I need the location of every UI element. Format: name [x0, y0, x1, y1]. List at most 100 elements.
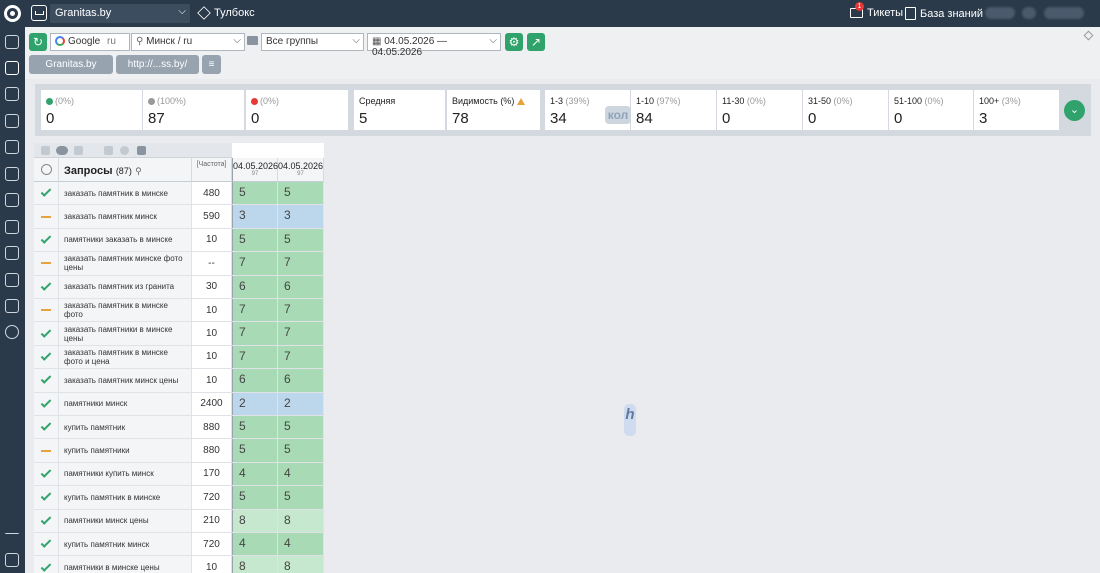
query-cell[interactable]: купить памятник минск	[59, 533, 192, 556]
position-cell[interactable]: 5	[278, 486, 324, 509]
position-cell[interactable]: 4	[232, 533, 278, 556]
position-cell[interactable]: 7	[232, 299, 278, 322]
trend-icon[interactable]	[5, 167, 19, 181]
query-cell[interactable]: купить памятники	[59, 439, 192, 462]
chart-icon[interactable]	[5, 140, 19, 154]
rocket-icon[interactable]	[5, 273, 19, 287]
position-cell[interactable]: 8	[232, 556, 278, 573]
analytics-icon[interactable]	[5, 87, 19, 101]
header-date-1[interactable]: 04.05.2026 97	[232, 158, 278, 182]
table-row[interactable]: памятники минск 2400 2 2	[34, 392, 324, 416]
toggle-icon[interactable]	[56, 146, 68, 155]
external-link-icon[interactable]	[5, 553, 19, 567]
groups-select[interactable]: Все группы ⌵	[261, 33, 364, 51]
query-cell[interactable]: заказать памятник в минске фото и цена	[59, 345, 192, 369]
position-cell[interactable]: 5	[232, 439, 278, 462]
settings-icon[interactable]	[5, 325, 19, 339]
tools-icon[interactable]	[5, 193, 19, 207]
position-cell[interactable]: 4	[278, 533, 324, 556]
stat-top100[interactable]: 51-100 (0%) 0	[889, 90, 973, 130]
project-select[interactable]: Granitas.by ⌵	[50, 4, 190, 23]
position-cell[interactable]: 6	[278, 275, 324, 298]
stat-down[interactable]: (0%) 0	[246, 90, 348, 130]
table-row[interactable]: памятники минск цены 210 8 8	[34, 509, 324, 533]
position-cell[interactable]: 6	[232, 275, 278, 298]
position-cell[interactable]: 5	[278, 182, 324, 205]
blurred-avatar[interactable]	[1022, 7, 1036, 19]
blurred-account[interactable]	[1044, 7, 1084, 19]
trophy-icon[interactable]	[5, 114, 19, 128]
table-row[interactable]: купить памятники 880 5 5	[34, 439, 324, 463]
position-cell[interactable]: 6	[278, 369, 324, 392]
stat-top10[interactable]: 1-10 (97%) 84	[631, 90, 716, 130]
position-cell[interactable]: 3	[278, 205, 324, 228]
stat-average[interactable]: Средняя 5	[354, 90, 445, 130]
position-cell[interactable]: 5	[278, 439, 324, 462]
position-cell[interactable]: 7	[278, 299, 324, 322]
search-icon[interactable]: ⚲	[135, 166, 142, 176]
stat-over100[interactable]: 100+ (3%) 3	[974, 90, 1059, 130]
query-cell[interactable]: заказать памятник в минске	[59, 182, 192, 205]
position-cell[interactable]: 8	[232, 509, 278, 532]
date-range-select[interactable]: ▦ 04.05.2026 — 04.05.2026 ⌵	[367, 33, 501, 58]
query-cell[interactable]: заказать памятник минск цены	[59, 369, 192, 392]
list-icon[interactable]	[5, 220, 19, 234]
position-cell[interactable]: 7	[278, 345, 324, 369]
circle-icon[interactable]	[120, 146, 129, 155]
refresh-button[interactable]: ↻	[29, 33, 47, 51]
table-row[interactable]: заказать памятник минске фото цены -- 7 7	[34, 252, 324, 276]
settings-button[interactable]: ⚙	[505, 33, 523, 51]
position-cell[interactable]: 3	[232, 205, 278, 228]
stat-top50[interactable]: 31-50 (0%) 0	[803, 90, 888, 130]
query-cell[interactable]: памятники купить минск	[59, 462, 192, 486]
tab-url[interactable]: http://...ss.by/	[116, 55, 199, 74]
query-cell[interactable]: заказать памятник из гранита	[59, 275, 192, 298]
table-row[interactable]: купить памятник 880 5 5	[34, 416, 324, 440]
query-cell[interactable]: заказать памятник минске фото цены	[59, 252, 192, 275]
arrow-right-icon[interactable]	[5, 533, 19, 535]
position-cell[interactable]: 8	[278, 556, 324, 573]
search-engine-select[interactable]: Google ru	[50, 33, 130, 51]
position-cell[interactable]: 7	[278, 322, 324, 345]
stat-top30[interactable]: 11-30 (0%) 0	[717, 90, 802, 130]
table-row[interactable]: заказать памятник в минске фото и цена 10…	[34, 345, 324, 370]
header-frequency[interactable]: [Частота]	[192, 158, 232, 182]
position-cell[interactable]: 5	[232, 416, 278, 439]
sort-icon[interactable]	[41, 146, 50, 155]
query-cell[interactable]: заказать памятник минск	[59, 205, 192, 228]
tab-columns-icon[interactable]: ≡	[202, 55, 221, 74]
region-select[interactable]: ⚲ Минск / ru ⌵	[131, 33, 245, 51]
position-cell[interactable]: 7	[232, 322, 278, 345]
folder-icon[interactable]	[137, 146, 146, 155]
position-cell[interactable]: 5	[232, 182, 278, 205]
table-row[interactable]: заказать памятник в минске фото 10 7 7	[34, 299, 324, 323]
position-cell[interactable]: 5	[232, 228, 278, 252]
filter-icon[interactable]	[104, 146, 113, 155]
position-cell[interactable]: 4	[278, 462, 324, 486]
dashboard-icon[interactable]	[5, 35, 19, 49]
position-cell[interactable]: 4	[232, 462, 278, 486]
logo-icon[interactable]	[0, 0, 25, 27]
table-row[interactable]: купить памятник минск 720 4 4	[34, 533, 324, 557]
table-row[interactable]: заказать памятники в минске цены 10 7 7	[34, 322, 324, 346]
position-cell[interactable]: 5	[278, 416, 324, 439]
header-date-2[interactable]: 04.05.2026 97	[278, 158, 324, 182]
table-row[interactable]: памятники купить минск 170 4 4	[34, 462, 324, 487]
link-icon[interactable]	[74, 146, 83, 155]
position-cell[interactable]: 7	[232, 345, 278, 369]
query-cell[interactable]: заказать памятники в минске цены	[59, 322, 192, 345]
table-row[interactable]: купить памятник в минске 720 5 5	[34, 486, 324, 510]
export-button[interactable]: ↗	[527, 33, 545, 51]
position-cell[interactable]: 5	[232, 486, 278, 509]
position-cell[interactable]: 2	[232, 392, 278, 415]
table-row[interactable]: заказать памятник минск цены 10 6 6	[34, 369, 324, 393]
toolbox-link[interactable]: Тулбокс	[197, 6, 255, 20]
tab-project[interactable]: Granitas.by	[29, 55, 113, 74]
query-cell[interactable]: памятники минск цены	[59, 509, 192, 532]
query-cell[interactable]: памятники заказать в минске	[59, 228, 192, 252]
stat-same[interactable]: (100%) 87	[143, 90, 244, 130]
position-cell[interactable]: 7	[278, 252, 324, 275]
header-queries[interactable]: Запросы (87) ⚲	[59, 158, 192, 182]
query-cell[interactable]: купить памятник в минске	[59, 486, 192, 509]
table-row[interactable]: заказать памятник в минске 480 5 5	[34, 182, 324, 206]
